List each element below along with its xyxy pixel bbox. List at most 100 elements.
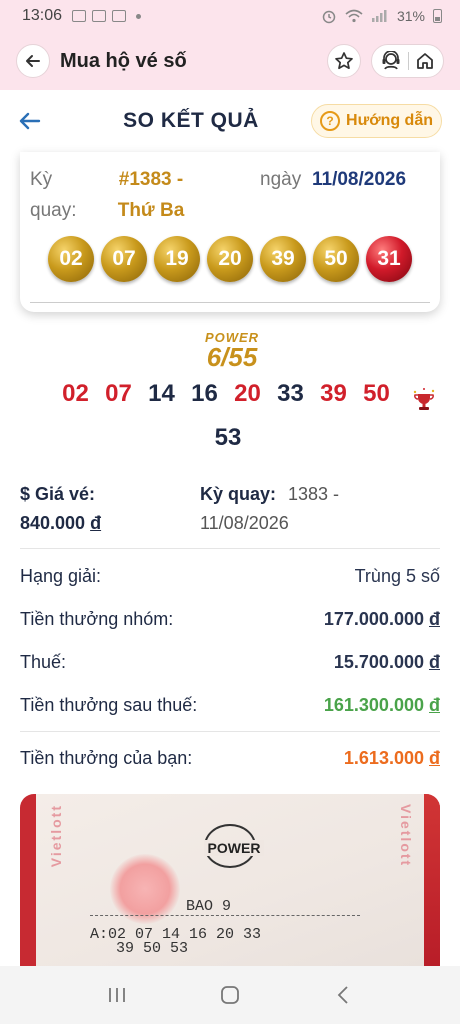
back-nav-icon (338, 986, 348, 1004)
ticket-photo[interactable]: Vietlott Vietlott POWER BAO 9 A:02 07 14… (20, 794, 440, 966)
result-ball: 50 (313, 236, 359, 282)
ticket-line-2: 39 50 53 (116, 940, 189, 957)
date-label: ngày (260, 169, 302, 190)
ticket-number: 02 (62, 380, 89, 407)
status-time: 13:06 (22, 7, 63, 24)
home-nav-icon (221, 986, 239, 1004)
tax-row: Thuế: 15.700.000 đ (20, 652, 440, 673)
ticket-background (424, 794, 440, 966)
draw-date: 11/08/2026 (312, 169, 407, 190)
power-655-logo: POWER 6/55 (192, 330, 272, 374)
group-prize-label: Tiền thưởng nhóm: (20, 609, 174, 629)
more-notifications-icon (136, 13, 142, 19)
recents-button[interactable] (97, 975, 137, 1015)
draw-label: Kỳ quay: (30, 169, 77, 221)
currency: đ (90, 513, 102, 533)
app-bar: Mua hộ vé số (0, 32, 460, 90)
alarm-icon (322, 10, 336, 24)
price-value: 840.000 đ (20, 513, 101, 534)
result-ball: 31 (366, 236, 412, 282)
tax-value: 15.700.000 đ (334, 652, 440, 673)
your-prize-amount: 1.613.000 (343, 748, 424, 768)
app-actions (327, 44, 444, 78)
battery-text: 31% (396, 8, 425, 24)
ticket-number: 07 (105, 380, 132, 407)
status-left: 13:06 (22, 7, 142, 25)
ticket-number: 20 (234, 380, 261, 407)
draw-info: Kỳ quay: #1383 - Thứ Ba ngày 11/08/2026 (20, 160, 440, 224)
after-tax-value: 161.300.000 đ (324, 695, 440, 716)
draw-date-value: 11/08/2026 (200, 513, 289, 533)
result-card: Kỳ quay: #1383 - Thứ Ba ngày 11/08/2026 … (20, 152, 440, 312)
divider (30, 302, 430, 303)
currency: đ (429, 748, 440, 768)
divider (20, 548, 440, 549)
draw-number: #1383 - Thứ Ba (106, 164, 196, 226)
help-icon: ? (320, 111, 341, 131)
recents-icon (108, 988, 125, 1002)
prize-rank-value: Trùng 5 số (354, 566, 440, 586)
support-home-group (371, 44, 444, 78)
trophy-icon (413, 388, 435, 410)
notification-icon (112, 10, 127, 22)
currency: đ (429, 609, 440, 629)
your-prize-value: 1.613.000 đ (344, 748, 440, 769)
guide-button[interactable]: ? Hướng dẫn (311, 104, 442, 138)
ticket-numbers: 02 07 14 16 20 33 39 50 (58, 380, 408, 408)
gallery-icon (72, 10, 87, 22)
price-amount: 840.000 (20, 513, 86, 533)
wifi-icon (345, 9, 363, 23)
prize-rank-label: Hạng giải: (20, 566, 102, 586)
prize-rank-row: Hạng giải: Trùng 5 số (20, 566, 440, 587)
back-arrow-icon[interactable] (18, 109, 42, 133)
ticket-brand: Vietlott (48, 804, 64, 868)
divider (20, 731, 440, 732)
app-title: Mua hộ vé số (60, 49, 187, 72)
ticket-number: 16 (191, 380, 218, 407)
ticket-number: 14 (148, 380, 175, 407)
page-header: SO KẾT QUẢ ? Hướng dẫn (0, 90, 460, 152)
price-label: $ Giá vé: (20, 484, 96, 504)
signal-icon (371, 10, 387, 22)
result-ball: 20 (207, 236, 253, 282)
back-nav-button[interactable] (323, 975, 363, 1015)
result-ball: 39 (260, 236, 306, 282)
ticket-bonus-number: 53 (214, 424, 242, 451)
ticket-bao: BAO 9 (186, 898, 232, 915)
your-prize-label: Tiền thưởng của bạn: (20, 748, 193, 768)
home-nav-button[interactable] (210, 975, 250, 1015)
system-nav-bar (0, 966, 460, 1024)
ticket-number: 39 (320, 380, 347, 407)
support-agent-icon[interactable] (380, 51, 402, 71)
group-prize-amount: 177.000.000 (323, 609, 424, 629)
vietlott-flower-logo (110, 854, 180, 924)
home-icon[interactable] (415, 51, 435, 71)
ticket-logo: POWER (204, 840, 264, 856)
star-icon (335, 52, 353, 70)
status-right: 31% (321, 8, 442, 24)
arrow-left-icon (26, 55, 40, 67)
ticket-number: 50 (363, 380, 390, 407)
app-back-button[interactable] (16, 44, 50, 78)
result-balls: 02 07 19 20 39 50 31 (48, 236, 412, 282)
result-ball: 07 (101, 236, 147, 282)
ticket-divider (90, 915, 360, 916)
group-prize-value: 177.000.000 đ (324, 609, 440, 630)
guide-label: Hướng dẫn (346, 112, 433, 129)
status-bar: 13:06 31% (0, 0, 460, 32)
after-tax-amount: 161.300.000 (323, 695, 424, 715)
ticket-info: $ Giá vé: 840.000 đ Kỳ quay: 1383 - 11/0… (20, 480, 440, 548)
draw-label: Kỳ quay: (200, 484, 277, 504)
your-prize-row: Tiền thưởng của bạn: 1.613.000 đ (20, 748, 440, 769)
favorite-button[interactable] (327, 44, 361, 78)
after-tax-row: Tiền thưởng sau thuế: 161.300.000 đ (20, 695, 440, 716)
tax-amount: 15.700.000 (333, 652, 424, 672)
logo-main: 6/55 (206, 342, 258, 372)
battery-icon (433, 9, 442, 23)
currency: đ (429, 652, 440, 672)
notification-icon (92, 10, 107, 22)
group-prize-row: Tiền thưởng nhóm: 177.000.000 đ (20, 609, 440, 630)
draw-value: 1383 - (288, 484, 340, 504)
result-ball: 02 (48, 236, 94, 282)
result-ball: 19 (154, 236, 200, 282)
